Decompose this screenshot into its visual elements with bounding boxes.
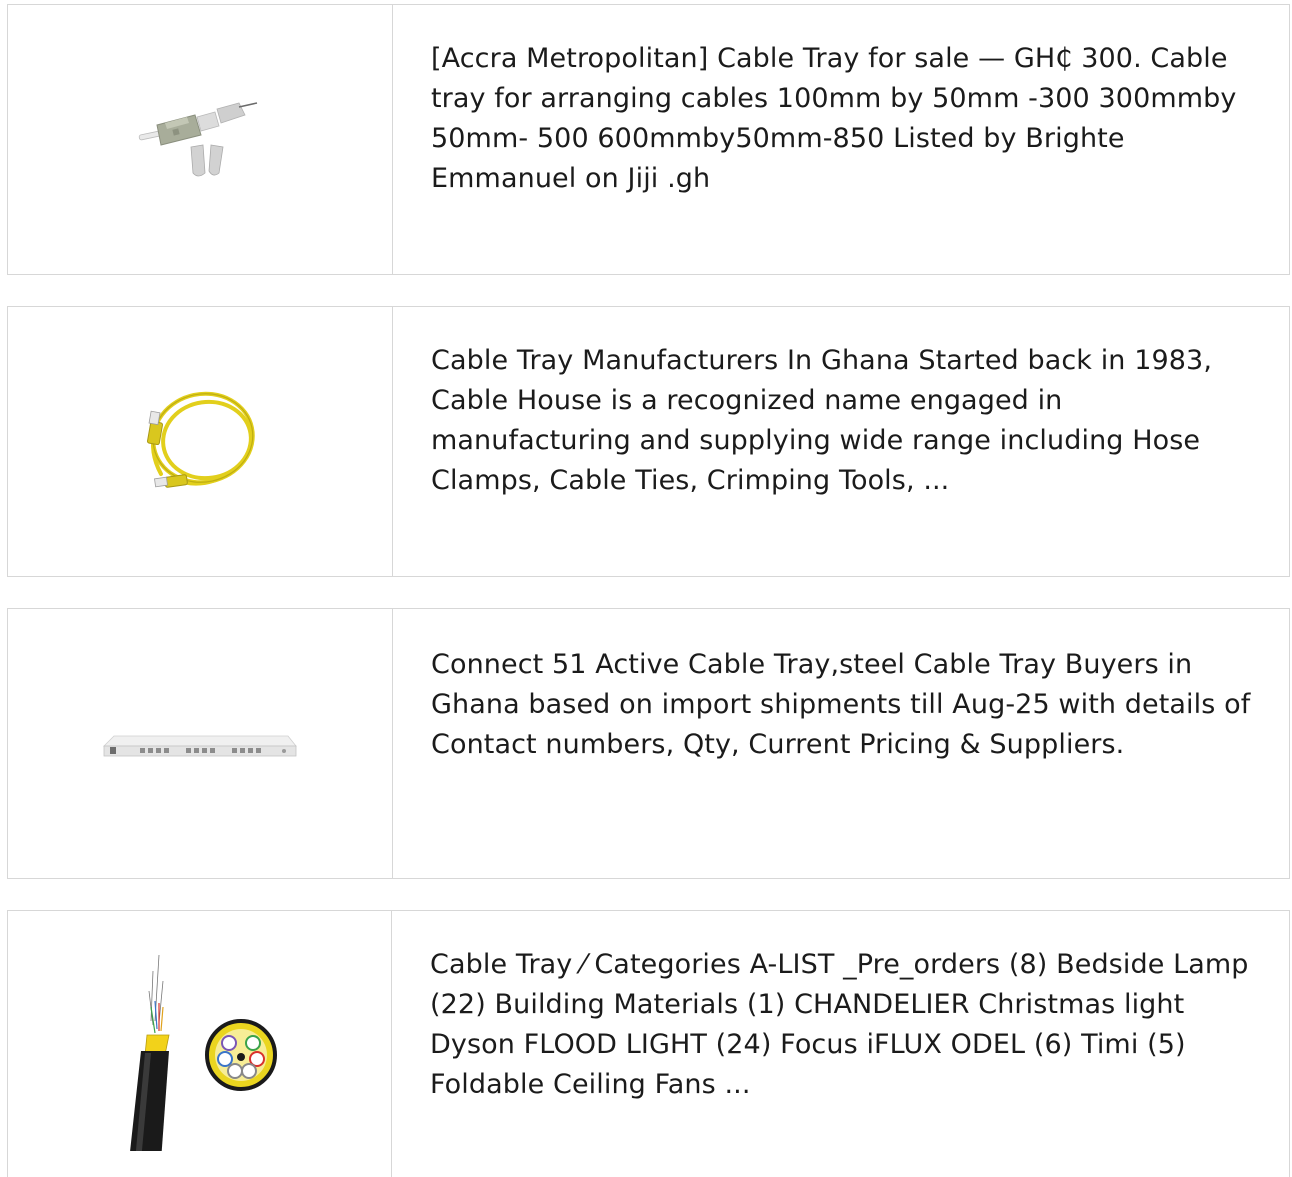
yellow-patch-cable-icon xyxy=(146,391,255,488)
result-thumbnail[interactable] xyxy=(8,307,393,576)
fiber-optic-cable-icon xyxy=(129,954,277,1151)
result-list: [Accra Metropolitan] Cable Tray for sale… xyxy=(0,0,1292,1177)
result-card[interactable]: Connect 51 Active Cable Tray,steel Cable… xyxy=(7,608,1290,879)
fiber-connector-icon xyxy=(138,101,258,176)
result-snippet[interactable]: Connect 51 Active Cable Tray,steel Cable… xyxy=(393,609,1289,878)
result-thumbnail[interactable] xyxy=(8,609,393,878)
result-card[interactable]: Cable Tray Manufacturers In Ghana Starte… xyxy=(7,306,1290,577)
result-snippet[interactable]: Cable Tray ⁄ Categories A-LIST _Pre_orde… xyxy=(392,911,1289,1177)
result-card[interactable]: [Accra Metropolitan] Cable Tray for sale… xyxy=(7,4,1290,275)
result-card[interactable]: Cable Tray ⁄ Categories A-LIST _Pre_orde… xyxy=(7,910,1290,1177)
rack-mount-panel-icon xyxy=(103,735,297,756)
result-thumbnail[interactable] xyxy=(8,5,393,274)
result-thumbnail[interactable] xyxy=(8,911,392,1177)
result-snippet[interactable]: Cable Tray Manufacturers In Ghana Starte… xyxy=(393,307,1289,576)
result-snippet[interactable]: [Accra Metropolitan] Cable Tray for sale… xyxy=(393,5,1289,274)
